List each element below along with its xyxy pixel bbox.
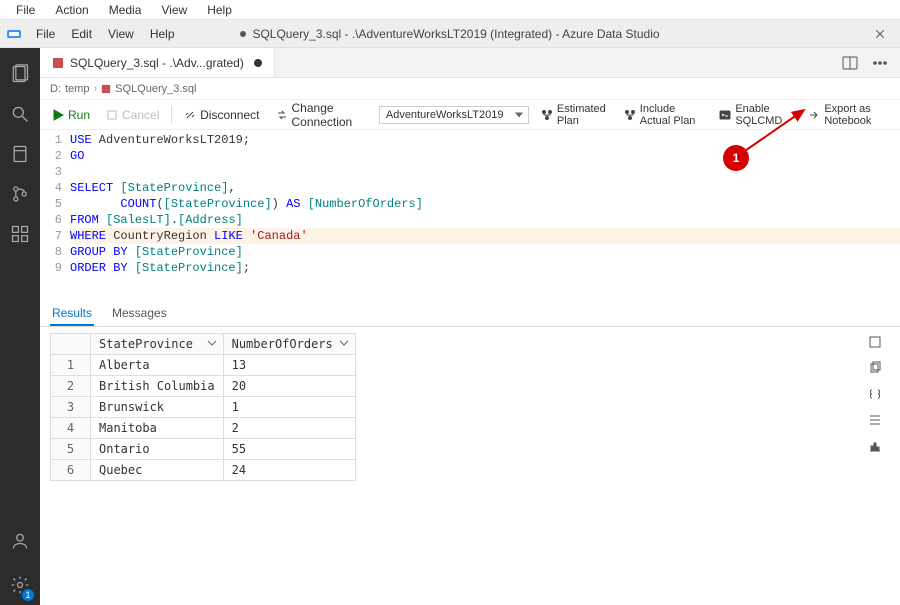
result-tab-row: Results Messages — [40, 298, 900, 327]
cell-stateprovince[interactable]: Brunswick — [91, 397, 224, 418]
sql-file-icon — [52, 57, 64, 69]
table-row[interactable]: 2British Columbia20 — [51, 376, 356, 397]
disconnect-button[interactable]: Disconnect — [180, 106, 263, 124]
chevron-right-icon: › — [93, 83, 97, 95]
column-header-numberoforders[interactable]: NumberOfOrders — [223, 334, 355, 355]
result-grid[interactable]: StateProvince NumberOfOrders 1Alberta132… — [50, 333, 356, 481]
table-row[interactable]: 4Manitoba2 — [51, 418, 356, 439]
maximize-grid-icon[interactable] — [866, 333, 884, 351]
cell-stateprovince[interactable]: Manitoba — [91, 418, 224, 439]
table-row[interactable]: 1Alberta13 — [51, 355, 356, 376]
change-connection-button[interactable]: Change Connection — [272, 99, 371, 131]
cell-numberoforders[interactable]: 55 — [223, 439, 355, 460]
editor-tab-row: SQLQuery_3.sql - .\Adv...grated) — [40, 48, 900, 78]
sql-editor[interactable]: 123456789 USE AdventureWorksLT2019;GO SE… — [40, 130, 900, 278]
cell-stateprovince[interactable]: Quebec — [91, 460, 224, 481]
table-row[interactable]: 6Quebec24 — [51, 460, 356, 481]
disconnect-icon — [184, 109, 196, 121]
activity-bar — [0, 48, 40, 605]
copy-grid-icon[interactable] — [866, 359, 884, 377]
app-menu: File Edit View Help — [28, 24, 183, 44]
export-json-icon[interactable] — [866, 385, 884, 403]
app-menu-edit[interactable]: Edit — [63, 24, 100, 44]
result-grid-container: StateProvince NumberOfOrders 1Alberta132… — [40, 327, 900, 487]
change-connection-icon — [276, 109, 288, 121]
run-button[interactable]: Run — [48, 106, 94, 124]
table-row[interactable]: 3Brunswick1 — [51, 397, 356, 418]
os-menu-view[interactable]: View — [151, 1, 197, 19]
chart-grid-icon[interactable] — [866, 437, 884, 455]
row-index: 2 — [51, 376, 91, 397]
enable-sqlcmd-button[interactable]: Enable SQLCMD — [715, 101, 794, 129]
editor-tab[interactable]: SQLQuery_3.sql - .\Adv...grated) — [40, 48, 275, 77]
activity-source-control-icon[interactable] — [0, 174, 40, 214]
actual-plan-button[interactable]: Include Actual Plan — [620, 101, 706, 129]
activity-notebook-icon[interactable] — [0, 134, 40, 174]
more-actions-icon[interactable] — [870, 53, 890, 73]
activity-explorer-icon[interactable] — [0, 54, 40, 94]
app-menu-help[interactable]: Help — [142, 24, 183, 44]
row-header-blank — [51, 334, 91, 355]
row-index: 6 — [51, 460, 91, 481]
code-area[interactable]: USE AdventureWorksLT2019;GO SELECT [Stat… — [70, 132, 900, 276]
sql-toolbar: Run Cancel Disconnect Change Connection … — [40, 100, 900, 130]
play-icon — [52, 109, 64, 121]
export-notebook-button[interactable]: Export as Notebook — [804, 101, 892, 129]
editor-content: SQLQuery_3.sql - .\Adv...grated) D: temp… — [40, 48, 900, 605]
cell-numberoforders[interactable]: 1 — [223, 397, 355, 418]
line-gutter: 123456789 — [40, 132, 70, 276]
cell-stateprovince[interactable]: British Columbia — [91, 376, 224, 397]
row-index: 5 — [51, 439, 91, 460]
cancel-button: Cancel — [102, 106, 163, 124]
split-editor-icon[interactable] — [840, 53, 860, 73]
chevron-down-icon[interactable] — [339, 337, 349, 351]
tab-messages[interactable]: Messages — [110, 302, 169, 326]
row-index: 1 — [51, 355, 91, 376]
app-logo-icon — [0, 20, 28, 48]
activity-extensions-icon[interactable] — [0, 214, 40, 254]
export-icon — [808, 109, 820, 121]
editor-tab-label: SQLQuery_3.sql - .\Adv...grated) — [70, 56, 244, 70]
toolbar-separator — [171, 106, 172, 124]
activity-search-icon[interactable] — [0, 94, 40, 134]
activity-account-icon[interactable] — [0, 521, 40, 561]
connection-dropdown[interactable]: AdventureWorksLT2019 — [379, 106, 529, 124]
column-header-stateprovince[interactable]: StateProvince — [91, 334, 224, 355]
os-menu-action[interactable]: Action — [45, 1, 98, 19]
cell-stateprovince[interactable]: Ontario — [91, 439, 224, 460]
os-menu-bar: File Action Media View Help — [0, 0, 900, 20]
tab-results[interactable]: Results — [50, 302, 94, 326]
breadcrumb-drive[interactable]: D: — [50, 83, 61, 95]
breadcrumb-file[interactable]: SQLQuery_3.sql — [101, 83, 196, 95]
sql-file-icon — [101, 84, 111, 94]
table-row[interactable]: 5Ontario55 — [51, 439, 356, 460]
cell-numberoforders[interactable]: 24 — [223, 460, 355, 481]
plan-icon — [624, 109, 636, 121]
activity-settings-icon[interactable] — [0, 565, 40, 605]
terminal-icon — [719, 109, 731, 121]
os-menu-media[interactable]: Media — [99, 1, 152, 19]
cell-numberoforders[interactable]: 2 — [223, 418, 355, 439]
breadcrumb-folder[interactable]: temp — [65, 83, 89, 95]
row-index: 3 — [51, 397, 91, 418]
export-csv-icon[interactable] — [866, 411, 884, 429]
os-menu-file[interactable]: File — [6, 1, 45, 19]
app-titlebar: File Edit View Help SQLQuery_3.sql - .\A… — [0, 20, 900, 48]
estimated-plan-button[interactable]: Estimated Plan — [537, 101, 610, 129]
app-menu-file[interactable]: File — [28, 24, 63, 44]
plan-icon — [541, 109, 553, 121]
stop-icon — [106, 109, 118, 121]
os-menu-help[interactable]: Help — [197, 1, 242, 19]
tab-dirty-dot-icon — [254, 59, 262, 67]
cell-stateprovince[interactable]: Alberta — [91, 355, 224, 376]
row-index: 4 — [51, 418, 91, 439]
chevron-down-icon[interactable] — [207, 337, 217, 351]
window-close-button[interactable] — [860, 20, 900, 48]
cell-numberoforders[interactable]: 13 — [223, 355, 355, 376]
grid-actions — [866, 333, 890, 481]
breadcrumb[interactable]: D: temp › SQLQuery_3.sql — [40, 78, 900, 100]
cell-numberoforders[interactable]: 20 — [223, 376, 355, 397]
app-menu-view[interactable]: View — [100, 24, 142, 44]
dirty-indicator-dot-icon — [240, 31, 246, 37]
